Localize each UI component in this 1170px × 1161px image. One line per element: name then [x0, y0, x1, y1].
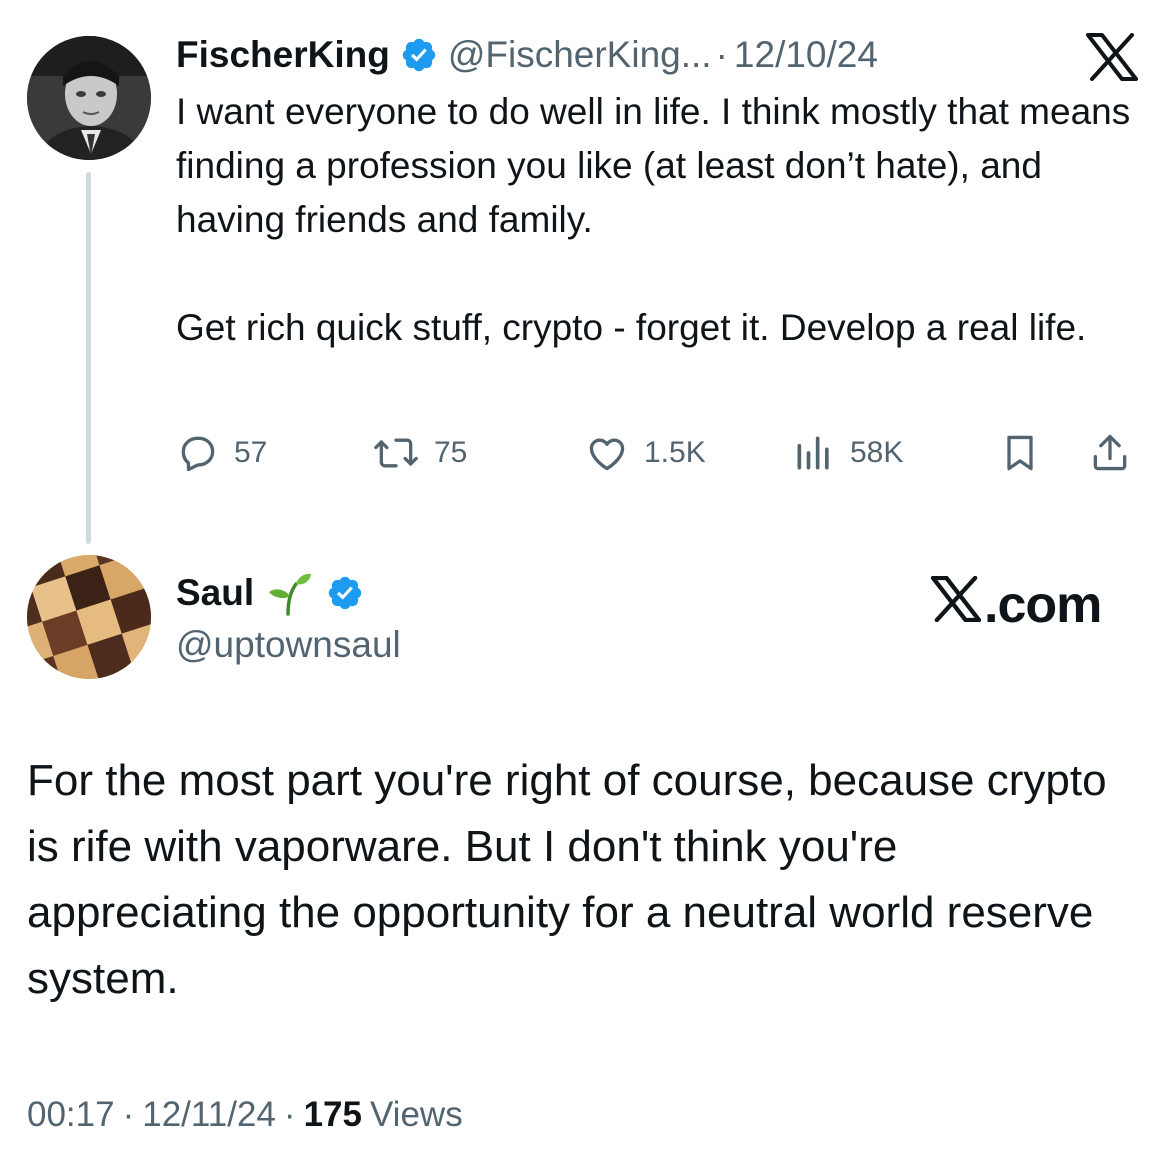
separator-dot: · [283, 1095, 296, 1134]
x-logo-icon [1086, 33, 1138, 81]
views-label: Views [369, 1095, 463, 1134]
bookmark-icon [998, 431, 1042, 475]
post-time[interactable]: 00:17 [27, 1095, 115, 1135]
x-com-watermark: .com [930, 574, 1102, 636]
heart-icon [584, 431, 630, 475]
post-date[interactable]: 12/11/24 [142, 1095, 276, 1135]
seedling-icon [266, 570, 312, 616]
share-icon [1088, 431, 1132, 475]
handle[interactable]: @FischerKing... [448, 30, 712, 80]
tweet-date[interactable]: 12/10/24 [734, 30, 878, 80]
tweet-header: FischerKing @FischerKing... · 12/10/24 [176, 30, 878, 80]
repost-count: 75 [434, 436, 468, 469]
repost-icon [372, 431, 420, 475]
like-count: 1.5K [644, 436, 706, 469]
thread-connector-line [86, 172, 91, 544]
verified-badge-icon [400, 36, 438, 74]
reply-body: For the most part you're right of course… [27, 756, 1107, 1003]
reply-header: Saul [176, 568, 374, 618]
bookmark-button[interactable] [998, 428, 1042, 478]
avatar-uptownsaul[interactable] [27, 555, 151, 679]
verified-badge-icon [326, 574, 364, 612]
views-count: 175 [303, 1095, 362, 1134]
reply-button[interactable]: 57 [176, 428, 267, 478]
tweet-paragraph: Get rich quick stuff, crypto - forget it… [176, 307, 1087, 348]
display-name[interactable]: Saul [176, 572, 254, 614]
avatar-fischerking[interactable] [27, 36, 151, 160]
reply-count: 57 [234, 436, 268, 469]
views-count: 58K [850, 436, 904, 469]
display-name[interactable]: FischerKing [176, 30, 390, 80]
separator-dot: · [122, 1095, 135, 1134]
like-button[interactable]: 1.5K [584, 428, 706, 478]
handle[interactable]: @uptownsaul [176, 620, 401, 670]
reply-icon [176, 431, 220, 475]
views-button[interactable]: 58K [792, 428, 903, 478]
x-logo-icon [930, 575, 984, 635]
separator-dot: · [715, 34, 728, 75]
tweet-body: I want everyone to do well in life. I th… [176, 85, 1136, 355]
repost-button[interactable]: 75 [372, 428, 467, 478]
watermark-text: .com [984, 576, 1102, 634]
tweet-paragraph: I want everyone to do well in life. I th… [176, 91, 1131, 240]
tweet-meta: 00:17 · 12/11/24 · 175 Views [27, 1090, 463, 1140]
analytics-bars-icon [792, 431, 836, 475]
tweet-action-bar: 57 75 1.5K 58K [176, 428, 1140, 478]
share-button[interactable] [1088, 428, 1132, 478]
